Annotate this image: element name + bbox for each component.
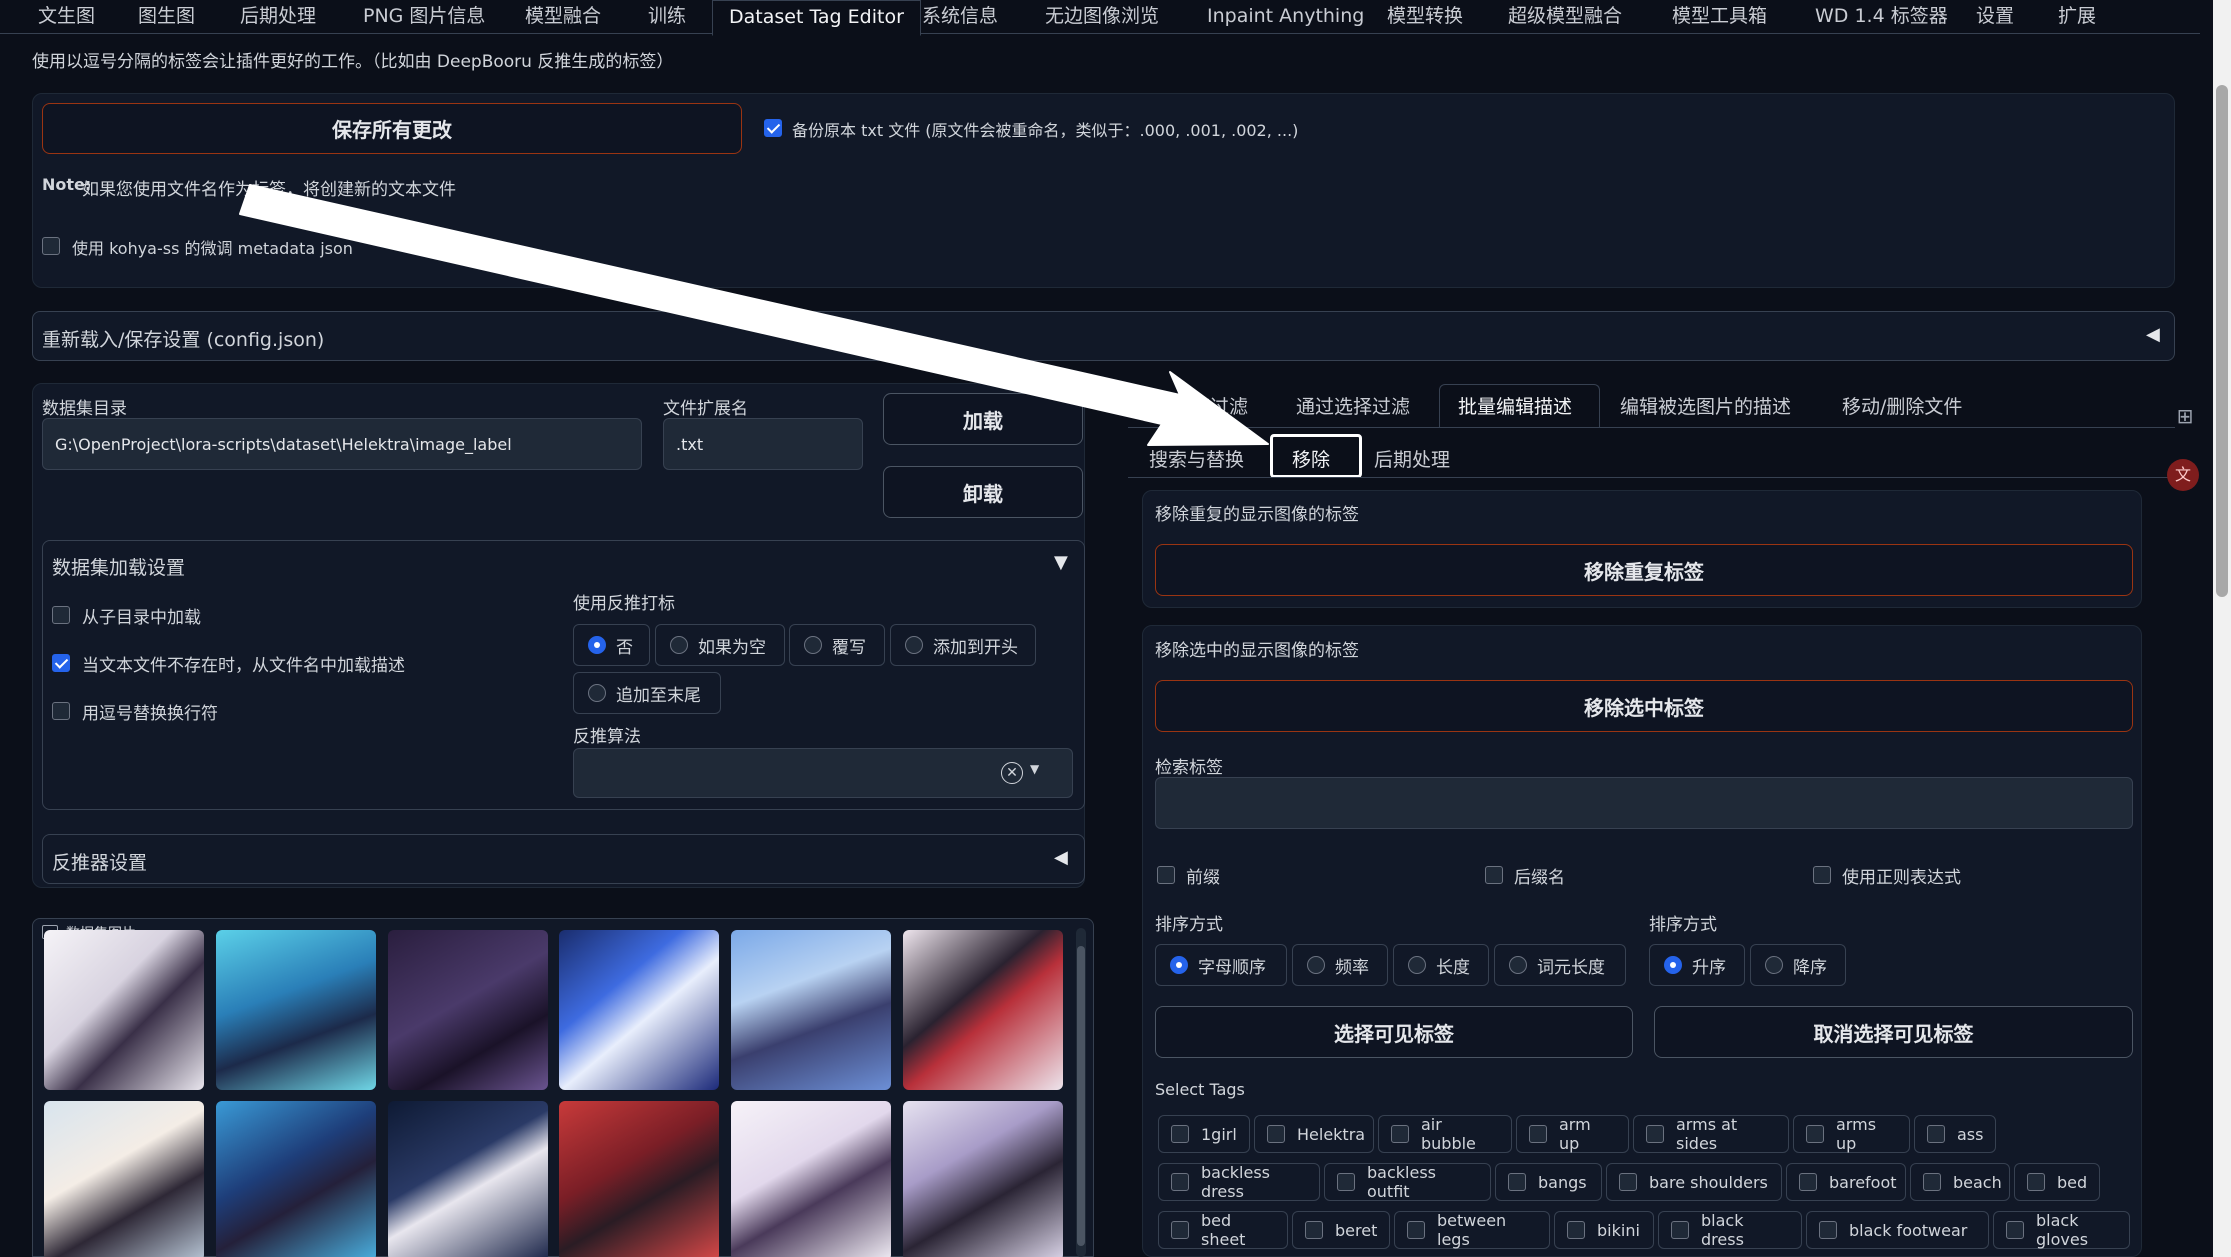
annotation-arrow-shape (239, 184, 1269, 446)
annotation-arrow (239, 184, 1269, 446)
